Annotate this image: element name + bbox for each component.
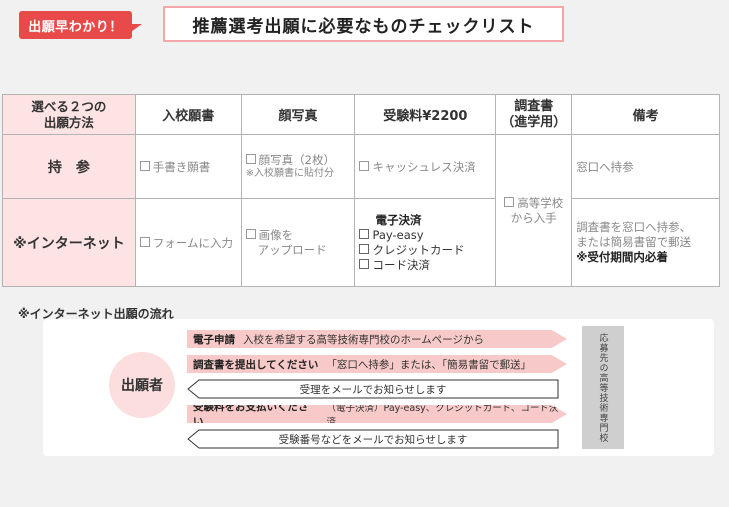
flow-step-1-bold: 電子申請 — [193, 333, 235, 346]
header-fee: 受験料¥2200 — [354, 94, 497, 135]
destination-school-box: 応募先の高等技術専門校 — [582, 326, 624, 449]
quick-guide-badge: 出願早わかり！ — [19, 11, 132, 39]
header-report-line-1: 調査書 — [514, 98, 554, 114]
corner-line-2: 出願方法 — [43, 114, 94, 130]
internet-photo-line-1: 画像を — [258, 227, 294, 242]
in-person-fee: キャッシュレス決済 — [354, 134, 497, 199]
checklist-table: 選べる２つの 出願方法 入校願書 顔写真 受験料¥2200 調査書 （進学用） … — [2, 94, 720, 287]
in-person-photo: 顔写真（2枚） ※入校願書に貼付分 — [240, 134, 356, 199]
internet-photo-line-2: アップロード — [257, 242, 327, 257]
corner-header: 選べる２つの 出願方法 — [2, 94, 136, 135]
flow-step-3-text: 受理をメールでお知らせします — [299, 383, 447, 396]
internet-fee-title: 電子決済 — [375, 212, 422, 227]
header-notes: 備考 — [571, 94, 720, 135]
internet-notes-deadline: ※受付期間内必着 — [576, 250, 668, 264]
header-report-line-2: （進学用） — [501, 114, 567, 130]
flow-step-electronic-application: 電子申請 入校を希望する高等技術専門校のホームページから — [187, 330, 567, 348]
flow-step-2-bold: 調査書を提出してください — [193, 358, 319, 371]
in-person-photo-text: 顔写真（2枚） — [258, 152, 335, 167]
in-person-fee-text: キャッシュレス決済 — [372, 159, 476, 174]
fee-option-credit-card: クレジットカード — [372, 242, 465, 257]
internet-fee: 電子決済 Pay-easy クレジットカード コード決済 — [354, 198, 497, 287]
checkbox-icon — [359, 228, 370, 239]
checkbox-icon — [504, 196, 515, 207]
checkbox-icon — [359, 243, 370, 254]
row-label-in-person: 持 参 — [2, 134, 136, 199]
report-source-line-2: から入手 — [510, 210, 557, 225]
checkbox-icon — [245, 228, 256, 239]
report-source-line-1: 高等学校 — [517, 195, 564, 210]
flow-step-5-text: 受験番号などをメールでお知らせします — [278, 433, 468, 446]
row-label-internet: ※インターネット — [2, 198, 136, 287]
checkbox-icon — [359, 258, 370, 269]
in-person-application-form-text: 手書き願書 — [152, 159, 211, 174]
in-person-photo-note: ※入校願書に貼付分 — [245, 167, 335, 179]
flow-step-exam-number: 受験番号などをメールでお知らせします — [187, 430, 559, 448]
flow-step-2-text: 「窓口へ持参」または、「簡易書留で郵送」 — [326, 358, 532, 371]
internet-notes-line-1: 調査書を窓口へ持参、 — [576, 220, 692, 234]
fee-option-pay-easy: Pay-easy — [372, 227, 424, 242]
header-photo: 顔写真 — [240, 94, 356, 135]
flow-step-receipt: 受理をメールでお知らせします — [187, 380, 559, 398]
flow-step-submit-report: 調査書を提出してください 「窓口へ持参」または、「簡易書留で郵送」 — [187, 355, 567, 373]
checkbox-icon — [359, 160, 370, 171]
in-person-application-form: 手書き願書 — [134, 134, 242, 199]
header-row: 選べる２つの 出願方法 入校願書 顔写真 受験料¥2200 調査書 （進学用） … — [2, 94, 720, 135]
internet-application-form-text: フォームに入力 — [152, 235, 233, 250]
row-internet: ※インターネット フォームに入力 画像を アップロード 電子決済 Pay-eas… — [2, 198, 720, 287]
internet-notes: 調査書を窓口へ持参、 または簡易書留で郵送 ※受付期間内必着 — [571, 198, 720, 287]
in-person-notes: 窓口へ持参 — [571, 134, 720, 199]
applicant-circle: 出願者 — [109, 352, 175, 418]
badge-tail — [128, 24, 142, 34]
row-in-person: 持 参 手書き願書 顔写真（2枚） ※入校願書に貼付分 キャッシュレス決済 高等… — [2, 134, 720, 287]
checkbox-icon — [245, 153, 256, 164]
flow-step-pay-fee: 受験料をお支払いください （電子決済）Pay-easy、クレジットカード、コード… — [187, 405, 567, 423]
header-application-form: 入校願書 — [134, 94, 242, 135]
header-report: 調査書 （進学用） — [495, 94, 573, 135]
internet-application-form: フォームに入力 — [134, 198, 242, 287]
flow-step-1-text: 入校を希望する高等技術専門校のホームページから — [243, 333, 484, 346]
internet-notes-line-2: または簡易書留で郵送 — [576, 235, 692, 249]
corner-line-1: 選べる２つの — [31, 98, 107, 114]
page-title: 推薦選考出願に必要なものチェックリスト — [163, 6, 564, 42]
report-source-cell: 高等学校 から入手 — [495, 134, 573, 287]
internet-photo: 画像を アップロード — [240, 198, 356, 287]
fee-option-code-payment: コード決済 — [372, 257, 430, 272]
checkbox-icon — [139, 236, 150, 247]
checkbox-icon — [139, 160, 150, 171]
